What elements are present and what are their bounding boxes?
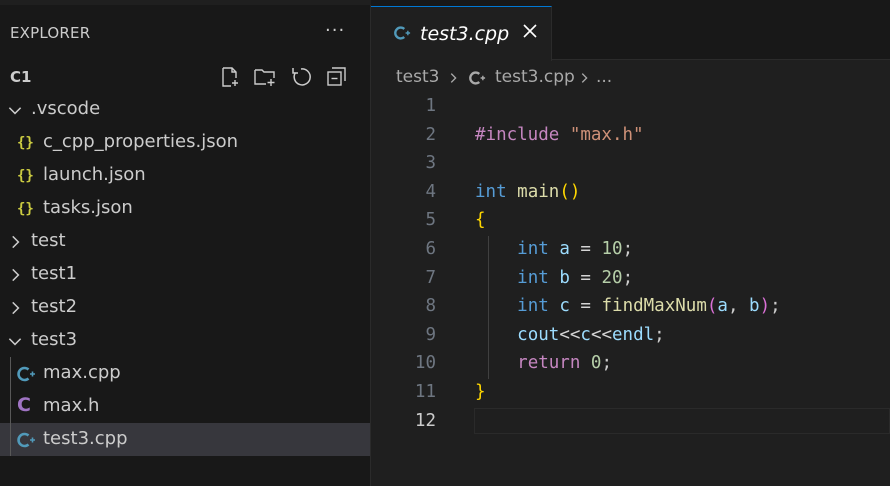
chevron-right-icon <box>450 73 457 83</box>
chevron-right-icon <box>12 235 20 249</box>
breadcrumb-ellipsis[interactable]: ... <box>596 67 612 87</box>
new-file-icon <box>222 67 238 87</box>
tree-item-test2[interactable]: test2 <box>0 291 370 324</box>
tree-item-label: max.cpp <box>43 362 121 383</box>
tree-item-label: c_cpp_properties.json <box>43 131 239 152</box>
chevron-down-icon <box>8 338 22 346</box>
code-line[interactable]: 6 int a = 10; <box>371 236 890 265</box>
more-actions-button[interactable]: ··· <box>325 20 345 41</box>
json-file-icon: {} <box>17 201 34 217</box>
collapse-folders-button[interactable] <box>325 65 349 89</box>
code-line[interactable]: 12 <box>371 408 890 437</box>
tree-item-label: test1 <box>31 263 78 284</box>
line-number: 5 <box>425 210 436 231</box>
c-header-file-icon: C <box>17 394 31 416</box>
line-number: 9 <box>425 324 436 345</box>
line-number: 2 <box>425 124 436 145</box>
tree-item-label: .vscode <box>31 98 101 119</box>
tree-item-test3-cpp[interactable]: test3.cpp <box>0 423 370 456</box>
line-source: cout<<c<<endl; <box>517 324 665 345</box>
editor-area: test3.cpp test3 test3.cpp ... 1 2 #inclu… <box>371 0 890 486</box>
line-number: 12 <box>414 410 436 431</box>
code-line[interactable]: 4 int main() <box>371 179 890 208</box>
tree-indent-guide <box>10 357 11 456</box>
code-editor[interactable]: 1 2 #include "max.h" 3 4 int main() 5 { … <box>371 93 890 486</box>
line-number: 4 <box>425 181 436 202</box>
json-file-icon: {} <box>17 135 34 151</box>
new-file-button[interactable] <box>218 65 242 89</box>
code-line[interactable]: 9 cout<<c<<endl; <box>371 322 890 351</box>
cpp-file-icon <box>17 432 35 448</box>
close-icon[interactable] <box>520 21 540 41</box>
tree-item-vscode[interactable]: .vscode <box>0 93 370 126</box>
explorer-title: EXPLORER <box>10 24 91 42</box>
new-folder-button[interactable] <box>253 65 277 89</box>
tree-item-tasks-json[interactable]: {} tasks.json <box>0 192 370 225</box>
refresh-explorer-button[interactable] <box>289 65 313 89</box>
cpp-file-icon <box>394 26 411 40</box>
line-source: int a = 10; <box>517 239 634 259</box>
cpp-file-icon <box>17 366 35 382</box>
line-number: 11 <box>414 382 436 402</box>
line-source: return 0; <box>517 353 613 374</box>
chevron-right-icon <box>12 268 20 282</box>
tab-bar: test3.cpp <box>371 0 890 61</box>
line-number: 7 <box>425 267 436 288</box>
chevron-right-icon <box>12 301 20 315</box>
code-line[interactable]: 11 } <box>371 379 890 408</box>
breadcrumb-folder[interactable]: test3 <box>396 67 439 87</box>
line-source: int c = findMaxNum(a, b); <box>517 296 781 317</box>
tree-item-c-cpp-properties[interactable]: {} c_cpp_properties.json <box>0 126 370 159</box>
line-number: 10 <box>414 353 436 374</box>
code-line[interactable]: 10 return 0; <box>371 350 890 379</box>
line-source: } <box>475 382 486 402</box>
tree-item-label: launch.json <box>43 164 146 185</box>
tree-item-test3[interactable]: test3 <box>0 324 370 357</box>
tree-item-label: test <box>31 230 66 251</box>
json-file-icon: {} <box>17 168 34 184</box>
collapse-all-icon <box>327 67 346 86</box>
chevron-down-icon <box>8 107 22 115</box>
line-source: int b = 20; <box>517 267 634 288</box>
tree-item-test1[interactable]: test1 <box>0 258 370 291</box>
explorer-sidebar: EXPLORER ··· C1 .vscode {} c_cpp_propert… <box>0 0 371 486</box>
tab-test3-cpp[interactable]: test3.cpp <box>371 6 552 61</box>
tab-title: test3.cpp <box>420 23 510 45</box>
line-source: { <box>475 210 486 231</box>
code-line[interactable]: 8 int c = findMaxNum(a, b); <box>371 293 890 322</box>
tree-item-label: test3 <box>31 329 78 350</box>
line-number: 1 <box>425 96 436 116</box>
line-source: #include "max.h" <box>475 124 644 145</box>
tree-item-test[interactable]: test <box>0 225 370 258</box>
chevron-right-icon <box>581 73 588 83</box>
code-line[interactable]: 7 int b = 20; <box>371 265 890 294</box>
code-line[interactable]: 2 #include "max.h" <box>371 122 890 151</box>
tree-item-max-cpp[interactable]: max.cpp <box>0 357 370 390</box>
tree-item-label: max.h <box>43 395 100 416</box>
sidebar-top-strip <box>0 0 371 5</box>
breadcrumb-file[interactable]: test3.cpp <box>495 67 575 87</box>
line-number: 3 <box>425 153 436 174</box>
workspace-folder-name: C1 <box>10 68 32 86</box>
line-source: int main() <box>475 181 581 202</box>
line-number: 6 <box>425 239 436 259</box>
code-line[interactable]: 1 <box>371 93 890 122</box>
new-folder-icon <box>254 69 275 86</box>
line-number: 8 <box>425 296 436 317</box>
code-line[interactable]: 5 { <box>371 207 890 236</box>
tree-item-launch-json[interactable]: {} launch.json <box>0 159 370 192</box>
workspace-folder-c1[interactable]: C1 <box>0 60 370 93</box>
tree-item-label: test3.cpp <box>43 428 128 449</box>
cpp-file-icon <box>469 71 486 85</box>
tree-item-label: test2 <box>31 296 78 317</box>
tree-item-label: tasks.json <box>43 197 133 218</box>
refresh-icon <box>292 68 311 86</box>
code-line[interactable]: 3 <box>371 150 890 179</box>
tree-item-max-h[interactable]: C max.h <box>0 390 370 423</box>
